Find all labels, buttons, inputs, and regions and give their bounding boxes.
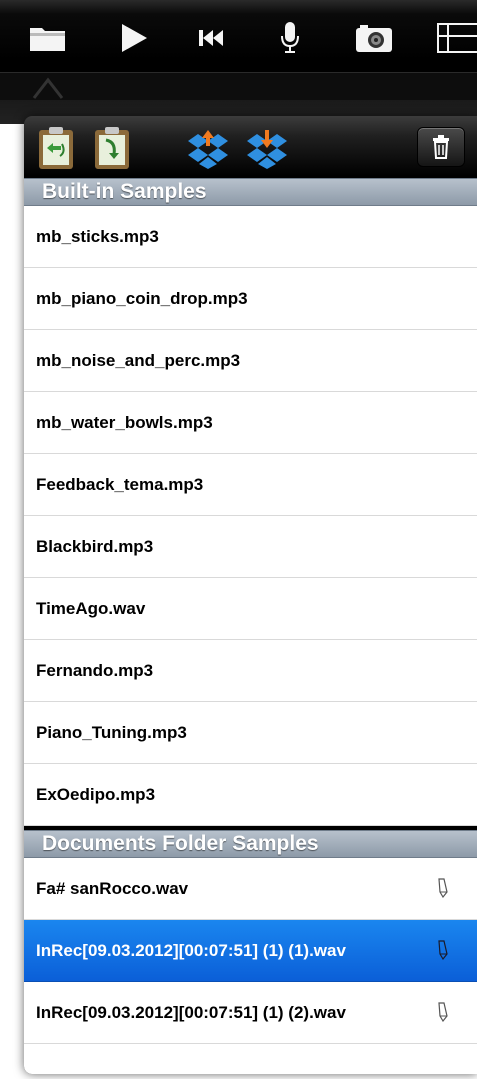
clipboard-export-icon[interactable]: [94, 126, 130, 170]
play-icon[interactable]: [118, 20, 150, 56]
list-item[interactable]: InRec[09.03.2012][00:07:51] (1) (2).wav: [24, 982, 477, 1044]
camera-icon[interactable]: [354, 20, 394, 56]
section-header-documents: Documents Folder Samples: [24, 830, 477, 858]
list-item[interactable]: mb_noise_and_perc.mp3: [24, 330, 477, 392]
list-item-label: InRec[09.03.2012][00:07:51] (1) (2).wav: [36, 1002, 346, 1022]
folder-icon[interactable]: [28, 20, 68, 56]
builtin-samples-list: mb_sticks.mp3 mb_piano_coin_drop.mp3 mb_no…: [24, 206, 477, 826]
trash-icon: [433, 135, 449, 159]
list-item[interactable]: Blackbird.mp3: [24, 516, 477, 578]
clipboard-import-icon[interactable]: [38, 126, 74, 170]
list-item[interactable]: Fernando.mp3: [24, 640, 477, 702]
list-item-label: TimeAgo.wav: [36, 598, 146, 618]
list-item-label: Fernando.mp3: [36, 660, 154, 680]
popover-arrow: [32, 77, 64, 99]
dropbox-download-icon[interactable]: [246, 128, 288, 170]
list-item[interactable]: mb_sticks.mp3: [24, 206, 477, 268]
list-item[interactable]: Feedback_tema.mp3: [24, 454, 477, 516]
list-item[interactable]: Piano_Tuning.mp3: [24, 702, 477, 764]
list-item-label: InRec[09.03.2012][00:07:51] (1) (1).wav: [36, 940, 346, 960]
list-item-label: mb_piano_coin_drop.mp3: [36, 288, 248, 308]
dropbox-upload-icon[interactable]: [187, 128, 229, 170]
list-item[interactable]: InRec[09.03.2012][00:07:51] (1) (1).wav: [24, 920, 477, 982]
pencil-icon[interactable]: [436, 1002, 450, 1022]
list-item-label: ExOedipo.mp3: [36, 784, 156, 804]
list-item-label: Fa# sanRocco.wav: [36, 878, 189, 898]
list-item[interactable]: mb_water_bowls.mp3: [24, 392, 477, 454]
list-item[interactable]: ExOedipo.mp3: [24, 764, 477, 826]
rewind-icon[interactable]: [196, 20, 226, 56]
pencil-icon[interactable]: [436, 940, 450, 960]
list-item-label: Piano_Tuning.mp3: [36, 722, 187, 742]
list-item-label: mb_noise_and_perc.mp3: [36, 350, 241, 370]
grid-icon[interactable]: [436, 20, 477, 56]
panel-toolbar: [24, 116, 477, 178]
toolbar-separator-band: [0, 72, 477, 101]
list-item-label: Blackbird.mp3: [36, 536, 154, 556]
list-item[interactable]: mb_piano_coin_drop.mp3: [24, 268, 477, 330]
list-item-label: Feedback_tema.mp3: [36, 474, 204, 494]
list-item[interactable]: TimeAgo.wav: [24, 578, 477, 640]
microphone-icon[interactable]: [278, 20, 302, 56]
samples-popover: Built-in Samples mb_sticks.mp3 mb_piano_c…: [24, 116, 477, 1074]
pencil-icon[interactable]: [436, 878, 450, 898]
top-toolbar: [0, 0, 477, 72]
delete-button[interactable]: [417, 127, 465, 167]
list-item[interactable]: Fa# sanRocco.wav: [24, 858, 477, 920]
list-item-label: mb_water_bowls.mp3: [36, 412, 213, 432]
section-header-builtin: Built-in Samples: [24, 178, 477, 206]
documents-samples-list: Fa# sanRocco.wav InRec[09.03.2012][00:07:…: [24, 858, 477, 1074]
list-item-label: mb_sticks.mp3: [36, 226, 159, 246]
